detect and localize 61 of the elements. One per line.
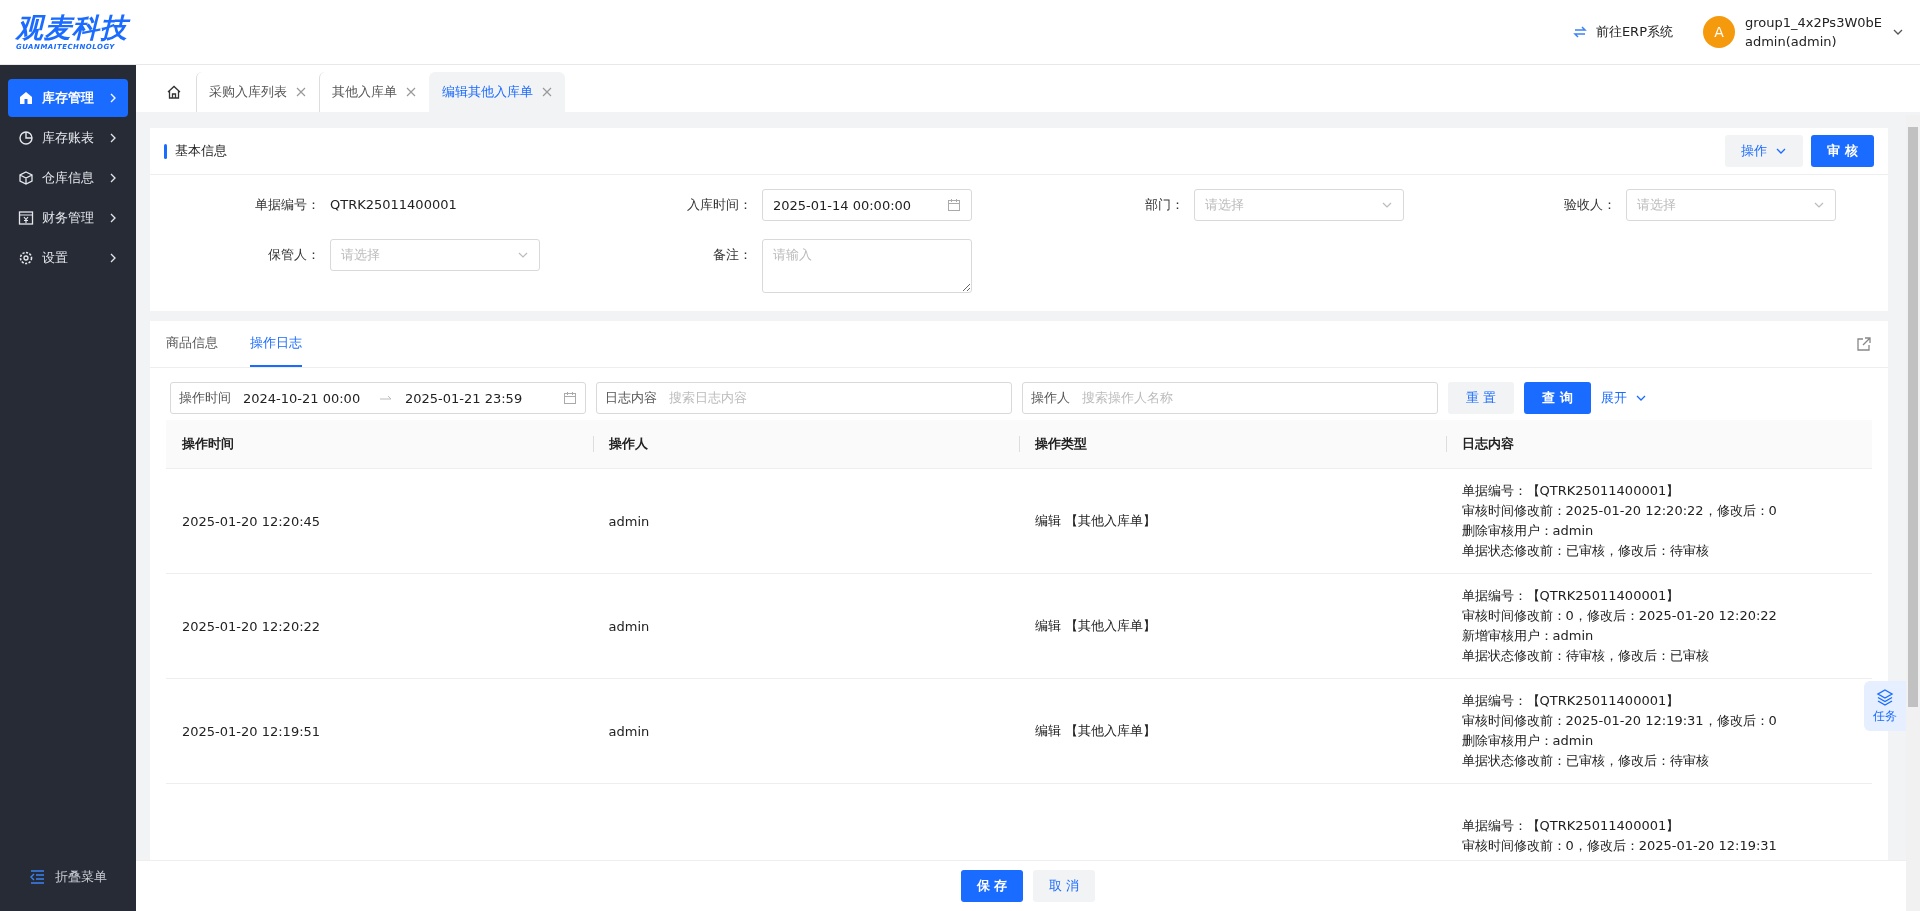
operator-search[interactable]: 操作人 搜索操作人名称	[1022, 382, 1438, 414]
approve-button[interactable]: 审 核	[1811, 135, 1874, 167]
sidebar-item[interactable]: 设置	[8, 239, 128, 277]
task-widget[interactable]: 任务	[1864, 681, 1906, 731]
user-group: group1_4x2Ps3W0bE	[1745, 15, 1882, 30]
page-tab[interactable]: 编辑其他入库单	[429, 72, 565, 112]
log-line: 单据状态修改前：待审核，修改后：已审核	[1461, 647, 1710, 665]
table-cell: 2025-01-20 12:19:51	[182, 723, 321, 739]
sidebar-item[interactable]: 仓库信息	[8, 159, 128, 197]
column-header: 操作类型	[1035, 435, 1087, 453]
table-cell: 2025-01-20 12:20:22	[182, 618, 321, 634]
table-cell: admin	[608, 723, 650, 739]
table-cell: admin	[608, 618, 650, 634]
log-line: 单据编号：【QTRK25011400001】	[1461, 587, 1681, 605]
field-label: 单据编号：	[254, 196, 321, 214]
collapse-menu-button[interactable]: 折叠菜单	[8, 857, 128, 897]
sidebar-item[interactable]: 库存管理	[8, 79, 128, 117]
log-line: 新增审核用户：admin	[1461, 627, 1595, 645]
log-line: 删除审核用户：admin	[1461, 732, 1595, 750]
table-cell: 编辑 【其他入库单】	[1035, 618, 1157, 633]
table-cell: 编辑 【其他入库单】	[1035, 513, 1157, 528]
log-line: 审核时间修改前：2025-01-20 12:19:31，修改后：0	[1461, 712, 1778, 730]
field-label: 备注：	[712, 246, 753, 264]
expand-button[interactable]: 展开	[1600, 389, 1647, 407]
table-cell: 2025-01-20 12:20:45	[182, 513, 321, 529]
cancel-button[interactable]: 取 消	[1033, 870, 1096, 902]
log-line: 单据状态修改前：已审核，修改后：待审核	[1461, 752, 1710, 770]
field-label: 验收人：	[1563, 196, 1617, 214]
column-header: 日志内容	[1461, 435, 1514, 453]
erp-link[interactable]: 前往ERP系统	[1571, 23, 1673, 41]
log-line: 审核时间修改前：0，修改后：2025-01-20 12:19:31	[1461, 837, 1778, 855]
date-picker[interactable]: 2025-01-14 00:00:00	[762, 189, 972, 221]
field-label: 保管人：	[267, 246, 321, 264]
log-line: 单据状态修改前：已审核，修改后：待审核	[1461, 542, 1710, 560]
time-range-picker[interactable]: 操作时间 2024-10-21 00:00 2025-01-21 23:59	[170, 382, 586, 414]
field-value: QTRK25011400001	[330, 196, 457, 214]
table-cell: 编辑 【其他入库单】	[1035, 723, 1157, 738]
column-header: 操作人	[608, 435, 648, 453]
reset-button[interactable]: 重 置	[1448, 382, 1515, 414]
remark-field[interactable]: 请输入	[762, 239, 972, 293]
detail-tab[interactable]: 操作日志	[250, 321, 302, 367]
log-line: 单据编号：【QTRK25011400001】	[1461, 482, 1681, 500]
column-header: 操作时间	[182, 435, 234, 453]
detail-tab[interactable]: 商品信息	[166, 321, 218, 367]
sidebar-item[interactable]: 财务管理	[8, 199, 128, 237]
log-line: 审核时间修改前：2025-01-20 12:20:22，修改后：0	[1461, 502, 1778, 520]
log-line: 单据编号：【QTRK25011400001】	[1461, 692, 1681, 710]
log-line: 审核时间修改前：0，修改后：2025-01-20 12:20:22	[1461, 607, 1778, 625]
page-tab[interactable]: 采购入库列表	[196, 72, 319, 112]
field-label: 入库时间：	[686, 196, 753, 214]
query-button[interactable]: 查 询	[1524, 382, 1591, 414]
log-line: 删除审核用户：admin	[1461, 522, 1595, 540]
user-name: admin(admin)	[1745, 34, 1838, 49]
log-content-search[interactable]: 日志内容 搜索日志内容	[596, 382, 1012, 414]
log-line: 单据编号：【QTRK25011400001】	[1461, 817, 1681, 835]
section-title: 基本信息	[175, 142, 227, 160]
sidebar-item[interactable]: 库存账表	[8, 119, 128, 157]
table-cell: admin	[608, 513, 650, 529]
field-label: 部门：	[1144, 196, 1185, 214]
save-button[interactable]: 保 存	[960, 870, 1024, 902]
operate-dropdown-button[interactable]: 操作	[1725, 135, 1804, 167]
